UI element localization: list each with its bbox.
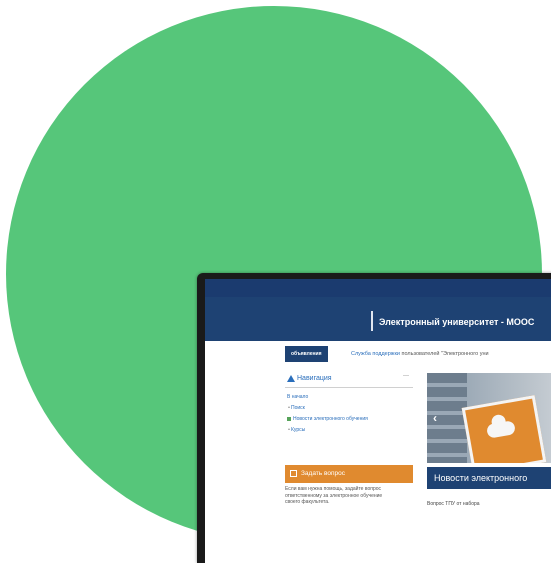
navigation-block: Навигация — В начало •Поиск Новости элек… (285, 371, 413, 465)
carousel-banner[interactable]: ‹ (427, 373, 551, 463)
site-header: Электронный университет - MOOC (205, 297, 551, 341)
nav-item-news[interactable]: Новости электронного обучения (285, 414, 413, 425)
question-box-icon (290, 470, 297, 477)
nav-item-home[interactable]: В начало (285, 392, 413, 403)
navigation-list: В начало •Поиск Новости электронного обу… (285, 392, 413, 436)
navigation-header: Навигация — (285, 371, 413, 388)
news-item[interactable]: Вопрос ТПУ от набора (427, 501, 480, 507)
ask-question-label: Задать вопрос (301, 470, 345, 477)
nav-item-search[interactable]: •Поиск (285, 403, 413, 414)
news-header: Новости электронного (427, 467, 551, 489)
news-header-label: Новости электронного (434, 473, 528, 483)
nav-item-courses[interactable]: •Курсы (285, 425, 413, 436)
navigation-title: Навигация (297, 375, 332, 382)
cloud-icon (485, 420, 516, 439)
support-link-rest: пользователей "Электронного уни (399, 351, 489, 357)
nav-item-label: Курсы (291, 427, 306, 433)
header-divider (371, 311, 373, 331)
navigation-icon (287, 375, 295, 382)
nav-item-label: Новости электронного обучения (293, 416, 368, 422)
top-band (205, 279, 551, 297)
site-title[interactable]: Электронный университет - MOOC (379, 317, 534, 327)
carousel-prev-icon[interactable]: ‹ (433, 411, 437, 425)
cloud-card-image (461, 395, 547, 463)
toolbar: объявления Служба поддержки пользователе… (205, 341, 551, 369)
monitor-frame: Электронный университет - MOOC объявлени… (197, 273, 551, 563)
announcements-tab[interactable]: объявления (285, 346, 328, 362)
news-icon (287, 416, 291, 421)
ask-question-text: Если вам нужна помощь, задайте вопрос от… (285, 486, 383, 505)
collapse-icon[interactable]: — (403, 373, 409, 379)
website-screen: Электронный университет - MOOC объявлени… (205, 279, 551, 563)
nav-item-label: Поиск (291, 405, 305, 411)
support-link-label[interactable]: Служба поддержки (351, 351, 400, 357)
nav-item-label: В начало (287, 394, 309, 400)
ask-question-button[interactable]: Задать вопрос (285, 465, 413, 483)
support-link[interactable]: Служба поддержки пользователей "Электрон… (351, 351, 489, 357)
